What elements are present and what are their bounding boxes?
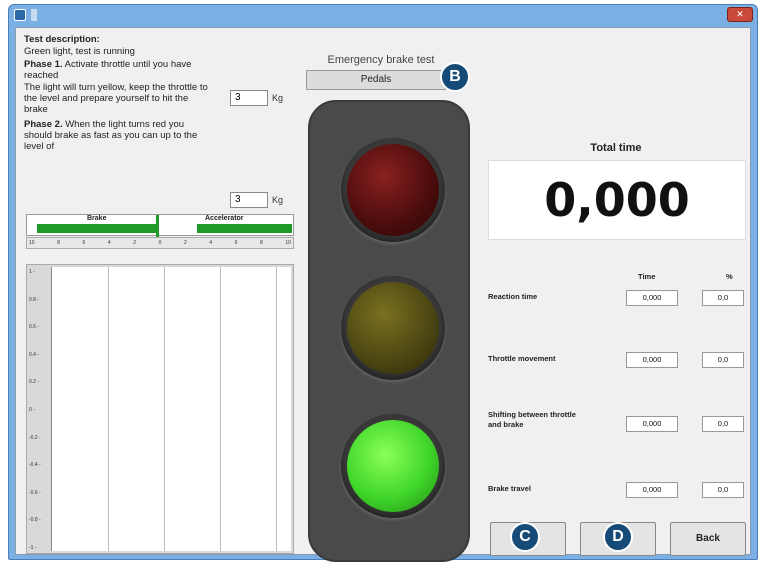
accelerator-label: Accelerator: [205, 215, 244, 222]
shifting-percent: 0,0: [702, 416, 744, 432]
phase2-kg-input[interactable]: 3: [230, 192, 268, 208]
phase1-title: Phase 1.: [24, 59, 63, 70]
total-time-value: 0,000: [488, 160, 746, 240]
scale-tick-label: 6: [82, 240, 86, 246]
description-status: Green light, test is running: [24, 46, 135, 57]
green-light: [347, 420, 439, 512]
reaction-time-label: Reaction time: [488, 292, 538, 301]
brake-label: Brake: [87, 215, 107, 222]
phase2-kg-unit: Kg: [272, 195, 284, 205]
description-heading: Test description:: [24, 34, 100, 45]
shifting-label: Shifting between throttle and brake: [488, 410, 576, 429]
throttle-movement-percent: 0,0: [702, 352, 744, 368]
pedal-chart: 1 - 0.8 - 0.6 - 0.4 - 0.2 - 0 - -0.2 - -0.4 - -0…: [26, 264, 294, 554]
phase1-continuation: The light will turn yellow, keep the thr…: [24, 82, 208, 115]
chart-y-axis: 1 - 0.8 - 0.6 - 0.4 - 0.2 - 0 - -0.2 - -0.4 - -0…: [27, 265, 51, 553]
y-tick-label: 0.6 -: [29, 324, 40, 331]
y-tick-label: -0.8 -: [29, 517, 41, 524]
scale-tick-label: 2: [133, 240, 136, 246]
emergency-brake-label: Emergency brake test: [327, 54, 435, 66]
scale-ticks: 10 8 6 4 2 0 2 4 6 8 10: [26, 237, 294, 249]
accelerator-level-bar: [197, 224, 292, 233]
chart-gridline: [220, 267, 221, 551]
scale-tick-label: 8: [57, 240, 60, 246]
brake-level-bar: [37, 224, 157, 233]
red-light: [347, 144, 439, 236]
close-button[interactable]: ✕: [727, 7, 753, 22]
window-title: [31, 9, 37, 21]
yellow-light: [347, 282, 439, 374]
reaction-time-value: 0,000: [626, 290, 678, 306]
app-window: ✕ Test description: Green light, test is…: [8, 4, 758, 562]
total-time-label: Total time: [590, 142, 642, 154]
back-button[interactable]: Back: [670, 522, 746, 556]
chart-plot-area: [51, 267, 291, 551]
title-bar: ✕: [9, 5, 757, 27]
percent-column-header: %: [726, 272, 733, 281]
throttle-movement-value: 0,000: [626, 352, 678, 368]
callout-badge-d: D: [603, 522, 633, 552]
scale-tick-label: 10: [285, 240, 291, 246]
shifting-value: 0,000: [626, 416, 678, 432]
brake-travel-percent: 0,0: [702, 482, 744, 498]
y-tick-label: 1 -: [29, 269, 35, 275]
chart-gridline: [276, 267, 277, 551]
y-tick-label: -0.6 -: [29, 489, 41, 496]
phase1-kg-unit: Kg: [272, 93, 284, 103]
client-area: Test description: Green light, test is r…: [15, 27, 751, 562]
red-lamp-ring: [341, 138, 445, 242]
green-lamp-ring: [341, 414, 445, 518]
y-tick-label: -0.2 -: [29, 434, 41, 441]
scale-tick-label: 2: [183, 240, 187, 246]
brake-travel-label: Brake travel: [488, 484, 531, 493]
y-tick-label: 0.4 -: [29, 351, 40, 358]
brake-travel-value: 0,000: [626, 482, 678, 498]
scale-tick-label: 4: [209, 240, 213, 246]
phase1-kg-input[interactable]: 3: [230, 90, 268, 106]
scale-tick-label: 10: [29, 240, 35, 246]
callout-badge-c: C: [510, 522, 540, 552]
reaction-time-percent: 0,0: [702, 290, 744, 306]
yellow-lamp-ring: [341, 276, 445, 380]
traffic-light: [308, 100, 470, 562]
scale-tick-label: 4: [107, 240, 111, 246]
phase2-title: Phase 2.: [24, 119, 63, 130]
callout-badge-b: B: [440, 62, 470, 92]
scale-tick-label: 8: [260, 240, 263, 246]
y-tick-label: 0.8 -: [29, 296, 40, 303]
scale-bar: Brake Accelerator: [26, 214, 294, 236]
chart-gridline: [108, 267, 109, 551]
app-icon: [14, 9, 26, 21]
scale-tick-label: 6: [234, 240, 238, 246]
pedals-button[interactable]: Pedals: [306, 70, 446, 90]
y-tick-label: 0.2 -: [29, 379, 40, 386]
time-column-header: Time: [638, 272, 656, 281]
y-tick-label: -1 -: [29, 545, 37, 551]
y-tick-label: 0 -: [29, 407, 35, 413]
throttle-movement-label: Throttle movement: [488, 354, 556, 363]
pedal-scale: Brake Accelerator 10 8 6 4 2 0 2 4 6 8 10: [26, 214, 294, 250]
scale-tick-label: 0: [158, 240, 162, 246]
chart-gridline: [164, 267, 165, 551]
y-tick-label: -0.4 -: [29, 462, 41, 469]
